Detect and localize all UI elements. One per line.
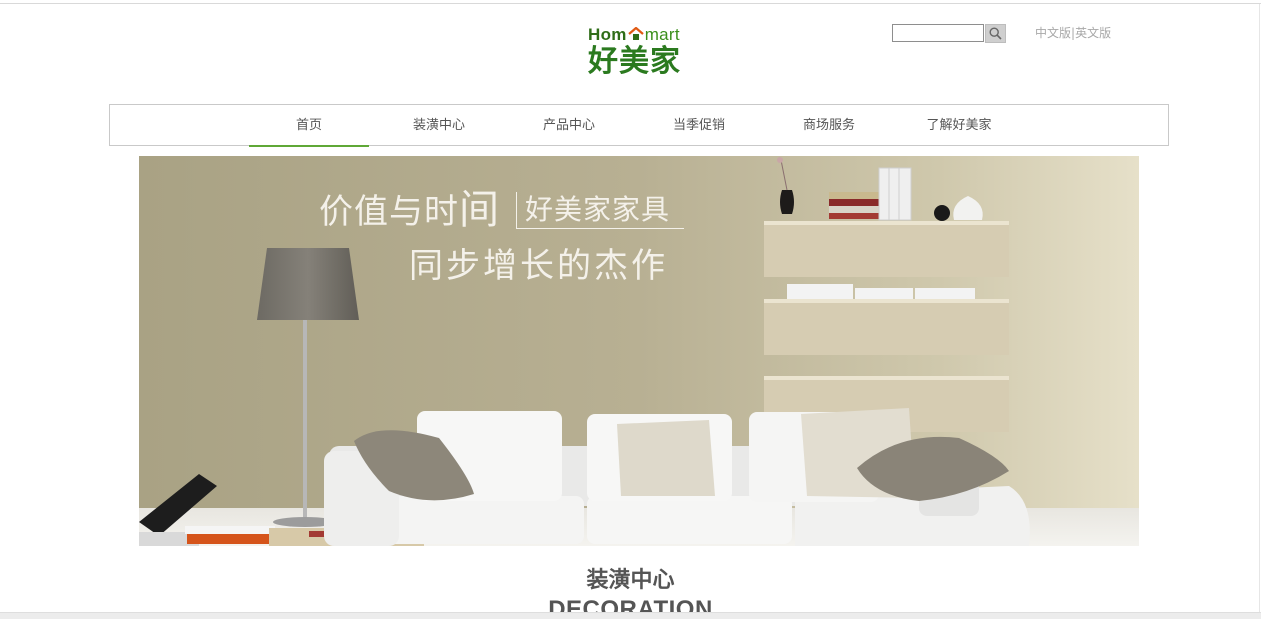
logo-chinese: 好美家 (588, 44, 681, 79)
page-right-border (1259, 4, 1260, 616)
banner-headline-2: 同步增长的杰作 (409, 246, 668, 286)
logo-english: Hom mart (588, 25, 680, 45)
search-input[interactable] (892, 24, 984, 42)
nav-item-services[interactable]: 商场服务 (769, 105, 889, 146)
hero-banner[interactable]: 价值与时间 好美家家具 同步增长的杰作 (139, 156, 1139, 546)
lang-chinese-link[interactable]: 中文版 (1035, 26, 1071, 40)
banner-headline-1: 价值与时间 (319, 188, 500, 234)
section-title: 装潢中心 (586, 568, 675, 593)
logo-en-prefix: Hom (588, 25, 627, 44)
top-divider (0, 3, 1261, 4)
section-subtitle: DECORATION (548, 596, 713, 623)
nav-item-home[interactable]: 首页 (249, 105, 369, 147)
logo-en-suffix: mart (644, 25, 680, 44)
main-nav: 首页 装潢中心 产品中心 当季促销 商场服务 了解好美家 (109, 104, 1169, 147)
lang-english-link[interactable]: 英文版 (1075, 26, 1111, 40)
banner-line1-b: 间 (459, 187, 500, 233)
search-icon (989, 27, 1002, 40)
nav-item-decoration[interactable]: 装潢中心 (379, 105, 499, 146)
nav-item-promotions[interactable]: 当季促销 (639, 105, 759, 146)
nav-item-about[interactable]: 了解好美家 (899, 105, 1019, 146)
nav-item-products[interactable]: 产品中心 (509, 105, 629, 146)
banner-line1-a: 价值与时 (319, 192, 459, 232)
banner-tagline: 好美家家具 (516, 192, 685, 229)
house-icon (627, 27, 644, 40)
language-switcher: 中文版|英文版 (1035, 26, 1111, 40)
search-button[interactable] (985, 24, 1006, 43)
site-logo[interactable]: Hom mart 好美家 (588, 24, 692, 82)
